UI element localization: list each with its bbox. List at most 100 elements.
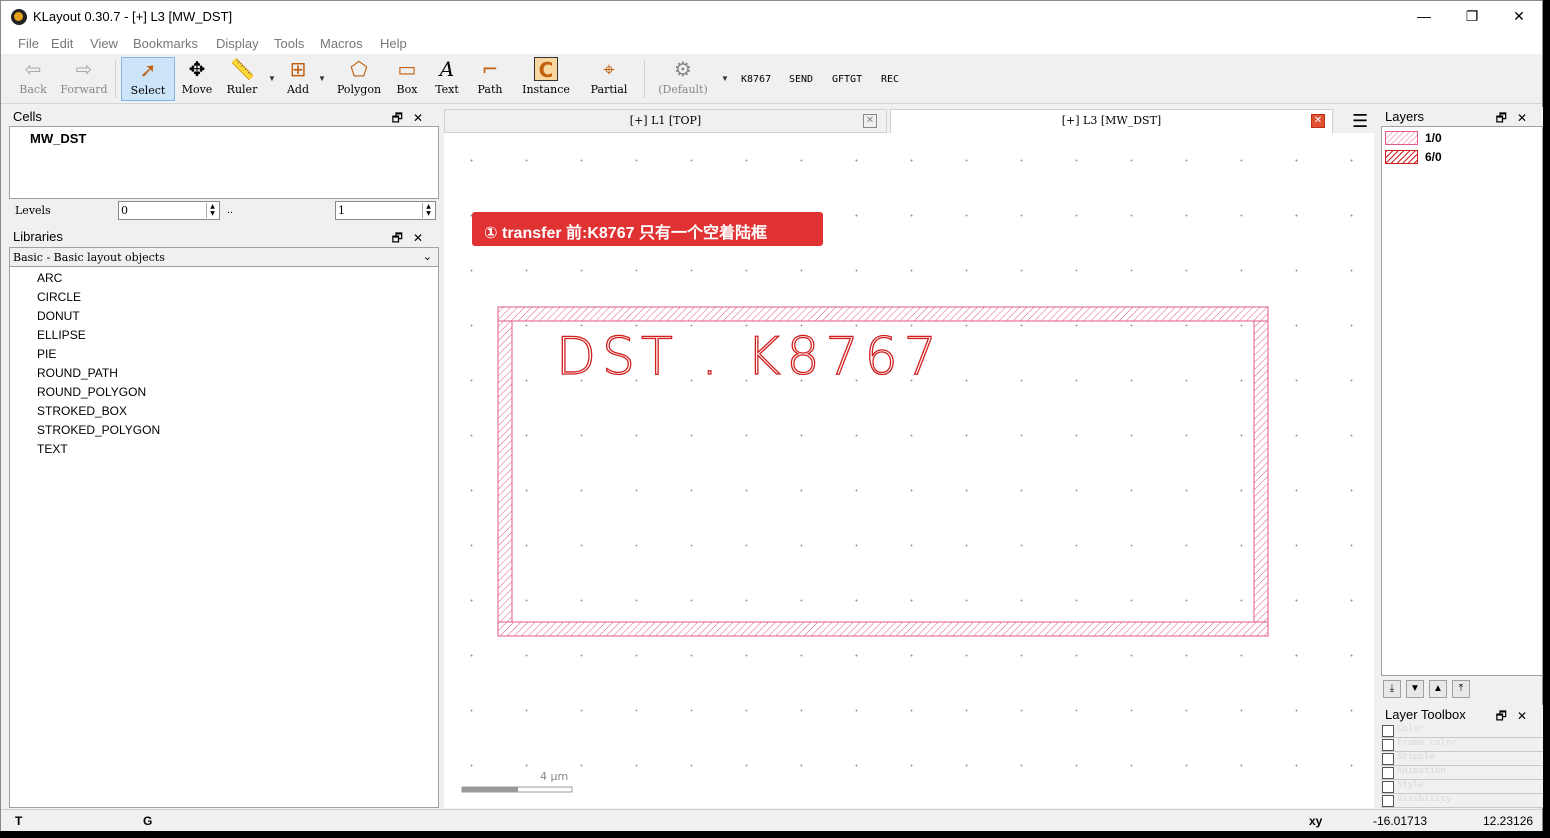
layers-list: 1/0 6/0 [1381,126,1543,676]
toolbox-row-style[interactable]: Style [1381,780,1543,794]
move-bottom-icon[interactable]: ⤓ [1383,680,1401,698]
tab-l1-top[interactable]: [+] L1 [TOP] ✕ [444,109,887,133]
gear-t-icon: ⚙ [674,57,692,81]
expand-checkbox[interactable] [1382,767,1394,779]
text-tool-button[interactable]: A Text [431,57,463,101]
cells-tree[interactable]: MW_DST [9,126,439,199]
expand-checkbox[interactable] [1382,725,1394,737]
layer-swatch [1385,131,1418,145]
toolbox-row-color[interactable]: Color [1381,724,1543,738]
annotation-banner: ① transfer 前:K8767 只有一个空着陆框 [472,212,823,246]
menu-display[interactable]: Display [216,36,259,51]
menu-edit[interactable]: Edit [51,36,73,51]
select-tool-button[interactable]: ➚ Select [121,57,175,101]
list-item[interactable]: CIRCLE [37,290,81,304]
path-icon: ⌐ [481,57,499,81]
list-item[interactable]: TEXT [37,442,68,456]
layout-tab-bar: [+] L1 [TOP] ✕ [+] L3 [MW_DST] ✕ [444,109,1374,133]
move-up-icon[interactable]: ▲ [1429,680,1447,698]
level-from-spinbox[interactable]: 0 ▲ ▼ [118,201,220,220]
list-item[interactable]: ROUND_PATH [37,366,118,380]
expand-checkbox[interactable] [1382,781,1394,793]
menu-bookmarks[interactable]: Bookmarks [133,36,198,51]
toolbox-row-stipple[interactable]: Stipple [1381,752,1543,766]
back-button[interactable]: ⇦ Back [13,57,53,101]
ruler-tool-button[interactable]: 📏 Ruler [223,57,261,101]
layer-nav-bar: ⤓ ▼ ▲ ⤒ [1381,678,1543,700]
default-macro-button[interactable]: ⚙ (Default) [653,57,713,101]
arrow-left-icon: ⇦ [24,57,42,81]
expand-checkbox[interactable] [1382,739,1394,751]
layer-swatch [1385,150,1418,164]
spin-arrows-icon[interactable]: ▲ ▼ [206,203,218,218]
move-top-icon[interactable]: ⤒ [1452,680,1470,698]
menu-macros[interactable]: Macros [320,36,363,51]
spin-arrows-icon[interactable]: ▲ ▼ [422,203,434,218]
chevron-down-icon: ⌄ [422,250,432,263]
menu-bar: File Edit View Bookmarks Display Tools M… [1,32,1542,54]
layer-item-6-0[interactable]: 6/0 [1385,149,1535,165]
levels-row: Levels 0 ▲ ▼ .. 1 ▲ ▼ [9,199,439,225]
toolbox-row-visibility[interactable]: Visibility [1381,794,1543,808]
klayout-window: KLayout 0.30.7 - [+] L3 [MW_DST] — ❐ ✕ F… [0,0,1543,831]
box-tool-button[interactable]: ▭ Box [391,57,423,101]
title-bar: KLayout 0.30.7 - [+] L3 [MW_DST] — ❐ ✕ [1,1,1542,32]
move-down-icon[interactable]: ▼ [1406,680,1424,698]
cell-item-mw-dst[interactable]: MW_DST [30,131,86,146]
coord-x: -16.01713 [1373,814,1428,828]
expand-checkbox[interactable] [1382,795,1394,807]
layer-toolbox: Color Frame color Stipple Animation Styl… [1381,724,1543,808]
menu-view[interactable]: View [90,36,118,51]
level-to-spinbox[interactable]: 1 ▲ ▼ [335,201,436,220]
list-item[interactable]: PIE [37,347,56,361]
menu-help[interactable]: Help [380,36,407,51]
status-left: T [15,814,23,828]
list-item[interactable]: STROKED_BOX [37,404,127,418]
list-item[interactable]: ARC [37,271,62,285]
move-tool-button[interactable]: ✥ Move [179,57,215,101]
tab-menu-icon[interactable]: ☰ [1352,111,1368,132]
tab-l3-mw-dst[interactable]: [+] L3 [MW_DST] ✕ [890,109,1333,133]
minimize-button[interactable]: — [1401,5,1447,27]
scale-label: 4 µm [540,770,568,783]
toolbar-separator [644,60,645,98]
main-toolbar: ⇦ Back ⇨ Forward ➚ Select ✥ Move 📏 Ruler… [1,54,1542,104]
list-item[interactable]: ELLIPSE [37,328,86,342]
list-item[interactable]: DONUT [37,309,80,323]
library-select[interactable]: Basic - Basic layout objects ⌄ [9,247,439,267]
cells-panel-title: Cells 🗗✕ [9,107,439,126]
status-mid: G [143,814,153,828]
rec-button[interactable]: REC [881,74,899,85]
send-button[interactable]: SEND [789,74,813,85]
ruler-dropdown-icon[interactable]: ▼ [268,74,276,83]
toolbox-row-frame-color[interactable]: Frame color [1381,738,1543,752]
move-cross-icon: ✥ [188,57,206,81]
maximize-button[interactable]: ❐ [1449,5,1495,27]
toolbar-separator [115,60,116,98]
gftgt-button[interactable]: GFTGT [832,74,862,85]
close-icon[interactable]: ✕ [1311,114,1325,128]
pointer-arrow-icon: ➚ [139,58,157,82]
layer-item-1-0[interactable]: 1/0 [1385,130,1535,146]
text-a-icon: A [439,57,455,81]
expand-checkbox[interactable] [1382,753,1394,765]
toolbox-row-animation[interactable]: Animation [1381,766,1543,780]
path-tool-button[interactable]: ⌐ Path [473,57,507,101]
k8767-button[interactable]: K8767 [741,74,771,85]
close-icon[interactable]: ✕ [863,114,877,128]
arrow-right-icon: ⇨ [75,57,93,81]
polygon-tool-button[interactable]: ⬠ Polygon [335,57,383,101]
list-item[interactable]: STROKED_POLYGON [37,423,160,437]
partial-tool-button[interactable]: ⌖ Partial [585,57,633,101]
klayout-logo-icon [11,9,27,25]
coord-y: 12.23126 [1483,814,1534,828]
instance-tool-button[interactable]: C Instance [517,57,575,101]
forward-button[interactable]: ⇨ Forward [59,57,109,101]
add-tool-button[interactable]: ⊞ Add [281,57,315,101]
add-dropdown-icon[interactable]: ▼ [318,74,326,83]
list-item[interactable]: ROUND_POLYGON [37,385,146,399]
default-dropdown-icon[interactable]: ▼ [721,74,729,83]
close-button[interactable]: ✕ [1496,5,1542,27]
menu-file[interactable]: File [18,36,39,51]
menu-tools[interactable]: Tools [274,36,304,51]
